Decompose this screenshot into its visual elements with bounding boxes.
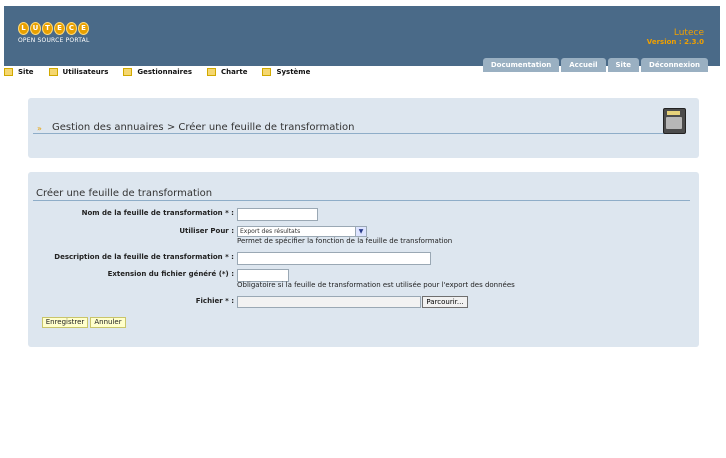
- main-menu: Site Utilisateurs Gestionnaires Charte S…: [4, 68, 325, 76]
- extension-hint: Obligatoire si la feuille de transformat…: [237, 281, 515, 289]
- folder-icon: [262, 68, 272, 76]
- save-button[interactable]: Enregistrer: [42, 317, 88, 328]
- cancel-button[interactable]: Annuler: [90, 317, 126, 328]
- menu-item-utilisateurs[interactable]: Utilisateurs: [48, 68, 109, 76]
- app-header: L U T E C E OPEN SOURCE PORTAL Lutece Ve…: [4, 6, 720, 72]
- chevron-down-icon: ▼: [355, 227, 366, 236]
- breadcrumb: Gestion des annuaires > Créer une feuill…: [52, 122, 355, 133]
- menu-item-label: Site: [18, 68, 34, 76]
- description-input[interactable]: [237, 252, 431, 265]
- form-panel: Créer une feuille de transformation Nom …: [28, 172, 699, 347]
- menu-item-label: Charte: [221, 68, 248, 76]
- use-for-label: Utiliser Pour :: [179, 227, 234, 235]
- menu-item-site[interactable]: Site: [4, 68, 34, 76]
- logo-letter: E: [78, 22, 89, 35]
- form-title: Créer une feuille de transformation: [36, 188, 213, 199]
- folder-icon: [123, 68, 133, 76]
- logo-letter: U: [30, 22, 41, 35]
- file-input[interactable]: [237, 296, 421, 308]
- menu-item-label: Gestionnaires: [137, 68, 193, 76]
- browse-button[interactable]: Parcourir...: [422, 296, 468, 308]
- description-label: Description de la feuille de transformat…: [54, 253, 234, 261]
- logo-letter: E: [54, 22, 65, 35]
- breadcrumb-divider: [33, 133, 665, 134]
- use-for-select[interactable]: Export des résultats ▼: [237, 226, 367, 237]
- extension-label: Extension du fichier généré (*) :: [107, 270, 234, 278]
- logo-letter: L: [18, 22, 29, 35]
- name-input[interactable]: [237, 208, 318, 221]
- name-label: Nom de la feuille de transformation * :: [81, 209, 234, 217]
- header-tabs: Documentation Accueil Site Déconnexion: [482, 58, 708, 72]
- folder-icon: [4, 68, 13, 76]
- file-label: Fichier * :: [195, 297, 234, 305]
- arrow-icon: »: [37, 124, 42, 133]
- tab-documentation[interactable]: Documentation: [482, 58, 560, 72]
- tab-deconnexion[interactable]: Déconnexion: [641, 58, 708, 72]
- use-for-hint: Permet de spécifier la fonction de la fe…: [237, 237, 453, 245]
- folder-icon: [48, 68, 58, 76]
- use-for-selected: Export des résultats: [240, 228, 301, 235]
- lutece-logo[interactable]: L U T E C E OPEN SOURCE PORTAL: [18, 22, 90, 44]
- tab-site[interactable]: Site: [607, 58, 640, 72]
- folder-icon: [207, 68, 217, 76]
- menu-item-label: Utilisateurs: [62, 68, 109, 76]
- menu-item-systeme[interactable]: Système: [262, 68, 310, 76]
- logo-subtitle: OPEN SOURCE PORTAL: [18, 37, 90, 44]
- help-icon[interactable]: [663, 108, 686, 134]
- menu-item-charte[interactable]: Charte: [207, 68, 247, 76]
- app-version: Version : 2.3.0: [646, 38, 704, 46]
- form-divider: [33, 200, 690, 201]
- breadcrumb-panel: » Gestion des annuaires > Créer une feui…: [28, 98, 699, 158]
- logo-letters: L U T E C E: [18, 22, 90, 35]
- logo-letter: T: [42, 22, 53, 35]
- menu-item-gestionnaires[interactable]: Gestionnaires: [123, 68, 192, 76]
- app-name: Lutece: [673, 28, 704, 38]
- logo-letter: C: [66, 22, 77, 35]
- tab-accueil[interactable]: Accueil: [561, 58, 606, 72]
- menu-item-label: Système: [276, 68, 311, 76]
